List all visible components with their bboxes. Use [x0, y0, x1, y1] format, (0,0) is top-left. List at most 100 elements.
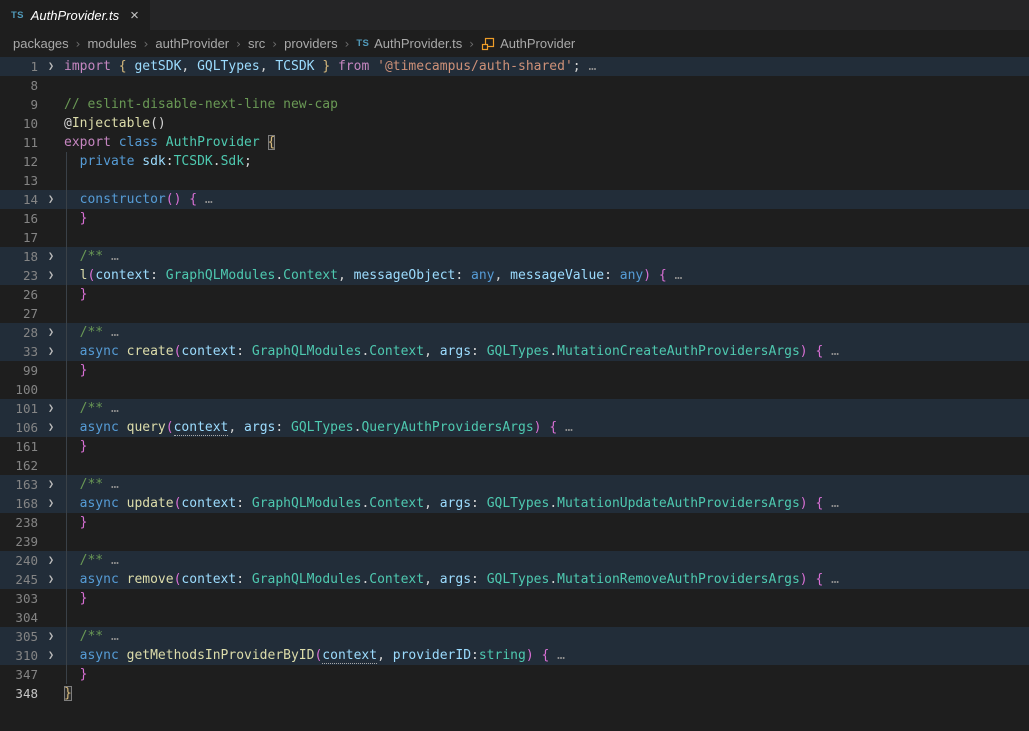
- line-number[interactable]: 23: [0, 266, 38, 285]
- fold-chevron-icon[interactable]: ❯: [38, 57, 64, 76]
- fold-chevron-icon[interactable]: ❯: [38, 570, 64, 589]
- breadcrumb-item-class-symbol[interactable]: AuthProvider: [481, 36, 575, 51]
- fold-chevron-icon[interactable]: ❯: [38, 247, 64, 266]
- line-number[interactable]: 9: [0, 95, 38, 114]
- line-number[interactable]: 27: [0, 304, 38, 323]
- code-line[interactable]: 238 }: [0, 513, 1029, 532]
- fold-chevron-icon[interactable]: ❯: [38, 475, 64, 494]
- code-line[interactable]: 100: [0, 380, 1029, 399]
- code-line[interactable]: 14❯ constructor() { …: [0, 190, 1029, 209]
- line-number[interactable]: 304: [0, 608, 38, 627]
- line-number[interactable]: 162: [0, 456, 38, 475]
- line-number[interactable]: 168: [0, 494, 38, 513]
- breadcrumb-item-authprovider[interactable]: authProvider: [155, 36, 229, 51]
- line-number[interactable]: 240: [0, 551, 38, 570]
- code-line[interactable]: 348}: [0, 684, 1029, 703]
- fold-chevron-icon[interactable]: ❯: [38, 190, 64, 209]
- code-line[interactable]: 168❯ async update(context: GraphQLModule…: [0, 494, 1029, 513]
- code-line[interactable]: 16 }: [0, 209, 1029, 228]
- code-line[interactable]: 10@Injectable(): [0, 114, 1029, 133]
- code-token: providerID: [393, 648, 471, 663]
- line-number[interactable]: 10: [0, 114, 38, 133]
- code-text: /** …: [64, 247, 1029, 266]
- breadcrumb-item-modules[interactable]: modules: [87, 36, 136, 51]
- code-line[interactable]: 8: [0, 76, 1029, 95]
- fold-chevron-icon[interactable]: ❯: [38, 342, 64, 361]
- fold-chevron-icon[interactable]: ❯: [38, 494, 64, 513]
- line-number[interactable]: 17: [0, 228, 38, 247]
- line-number[interactable]: 106: [0, 418, 38, 437]
- code-area[interactable]: 1❯import { getSDK, GQLTypes, TCSDK } fro…: [0, 57, 1029, 703]
- line-number[interactable]: 18: [0, 247, 38, 266]
- code-line[interactable]: 239: [0, 532, 1029, 551]
- code-line[interactable]: 303 }: [0, 589, 1029, 608]
- tab-close-icon[interactable]: ×: [130, 8, 139, 23]
- line-number[interactable]: 26: [0, 285, 38, 304]
- line-number[interactable]: 347: [0, 665, 38, 684]
- line-number[interactable]: 12: [0, 152, 38, 171]
- line-number[interactable]: 100: [0, 380, 38, 399]
- line-number[interactable]: 310: [0, 646, 38, 665]
- code-line[interactable]: 106❯ async query(context, args: GQLTypes…: [0, 418, 1029, 437]
- code-line[interactable]: 347 }: [0, 665, 1029, 684]
- breadcrumb-item-providers[interactable]: providers: [284, 36, 337, 51]
- code-line[interactable]: 240❯ /** …: [0, 551, 1029, 570]
- code-line[interactable]: 12 private sdk:TCSDK.Sdk;: [0, 152, 1029, 171]
- line-number[interactable]: 163: [0, 475, 38, 494]
- breadcrumb-item-packages[interactable]: packages: [13, 36, 69, 51]
- code-line[interactable]: 17: [0, 228, 1029, 247]
- code-line[interactable]: 1❯import { getSDK, GQLTypes, TCSDK } fro…: [0, 57, 1029, 76]
- line-number[interactable]: 238: [0, 513, 38, 532]
- fold-chevron-icon[interactable]: ❯: [38, 551, 64, 570]
- code-token: {: [189, 192, 197, 207]
- fold-chevron-icon[interactable]: ❯: [38, 266, 64, 285]
- code-line[interactable]: 305❯ /** …: [0, 627, 1029, 646]
- code-line[interactable]: 11export class AuthProvider {: [0, 133, 1029, 152]
- code-line[interactable]: 162: [0, 456, 1029, 475]
- code-token: }: [80, 439, 88, 454]
- line-number[interactable]: 14: [0, 190, 38, 209]
- fold-chevron-icon[interactable]: ❯: [38, 646, 64, 665]
- code-line[interactable]: 18❯ /** …: [0, 247, 1029, 266]
- line-number[interactable]: 11: [0, 133, 38, 152]
- code-token: :: [455, 268, 471, 283]
- code-line[interactable]: 28❯ /** …: [0, 323, 1029, 342]
- fold-chevron-icon[interactable]: ❯: [38, 399, 64, 418]
- code-line[interactable]: 304: [0, 608, 1029, 627]
- line-number[interactable]: 245: [0, 570, 38, 589]
- line-number[interactable]: 28: [0, 323, 38, 342]
- code-line[interactable]: 245❯ async remove(context: GraphQLModule…: [0, 570, 1029, 589]
- code-line[interactable]: 161 }: [0, 437, 1029, 456]
- line-number[interactable]: 13: [0, 171, 38, 190]
- fold-chevron-icon[interactable]: ❯: [38, 323, 64, 342]
- code-line[interactable]: 26 }: [0, 285, 1029, 304]
- code-token: ,: [377, 648, 393, 663]
- code-line[interactable]: 9 // eslint-disable-next-line new-cap: [0, 95, 1029, 114]
- line-number[interactable]: 348: [0, 684, 38, 703]
- line-number[interactable]: 239: [0, 532, 38, 551]
- line-number[interactable]: 303: [0, 589, 38, 608]
- code-token: // eslint-disable-next-line new-cap: [64, 97, 338, 112]
- tab-authprovider[interactable]: TS AuthProvider.ts ×: [0, 0, 150, 30]
- code-line[interactable]: 33❯ async create(context: GraphQLModules…: [0, 342, 1029, 361]
- line-number[interactable]: 1: [0, 57, 38, 76]
- line-number[interactable]: 305: [0, 627, 38, 646]
- fold-chevron-icon[interactable]: ❯: [38, 627, 64, 646]
- code-line[interactable]: 163❯ /** …: [0, 475, 1029, 494]
- code-line[interactable]: 99 }: [0, 361, 1029, 380]
- line-number[interactable]: 16: [0, 209, 38, 228]
- code-line[interactable]: 27: [0, 304, 1029, 323]
- code-line[interactable]: 310❯ async getMethodsInProviderByID(cont…: [0, 646, 1029, 665]
- line-number[interactable]: 101: [0, 399, 38, 418]
- fold-chevron-icon[interactable]: ❯: [38, 418, 64, 437]
- code-line[interactable]: 101❯ /** …: [0, 399, 1029, 418]
- line-number[interactable]: 99: [0, 361, 38, 380]
- line-number[interactable]: 161: [0, 437, 38, 456]
- line-number[interactable]: 33: [0, 342, 38, 361]
- line-number[interactable]: 8: [0, 76, 38, 95]
- breadcrumb-item-file[interactable]: TS AuthProvider.ts: [356, 36, 462, 51]
- code-line[interactable]: 13: [0, 171, 1029, 190]
- breadcrumb-item-src[interactable]: src: [248, 36, 265, 51]
- code-token: async: [80, 572, 127, 587]
- code-line[interactable]: 23❯ l(context: GraphQLModules.Context, m…: [0, 266, 1029, 285]
